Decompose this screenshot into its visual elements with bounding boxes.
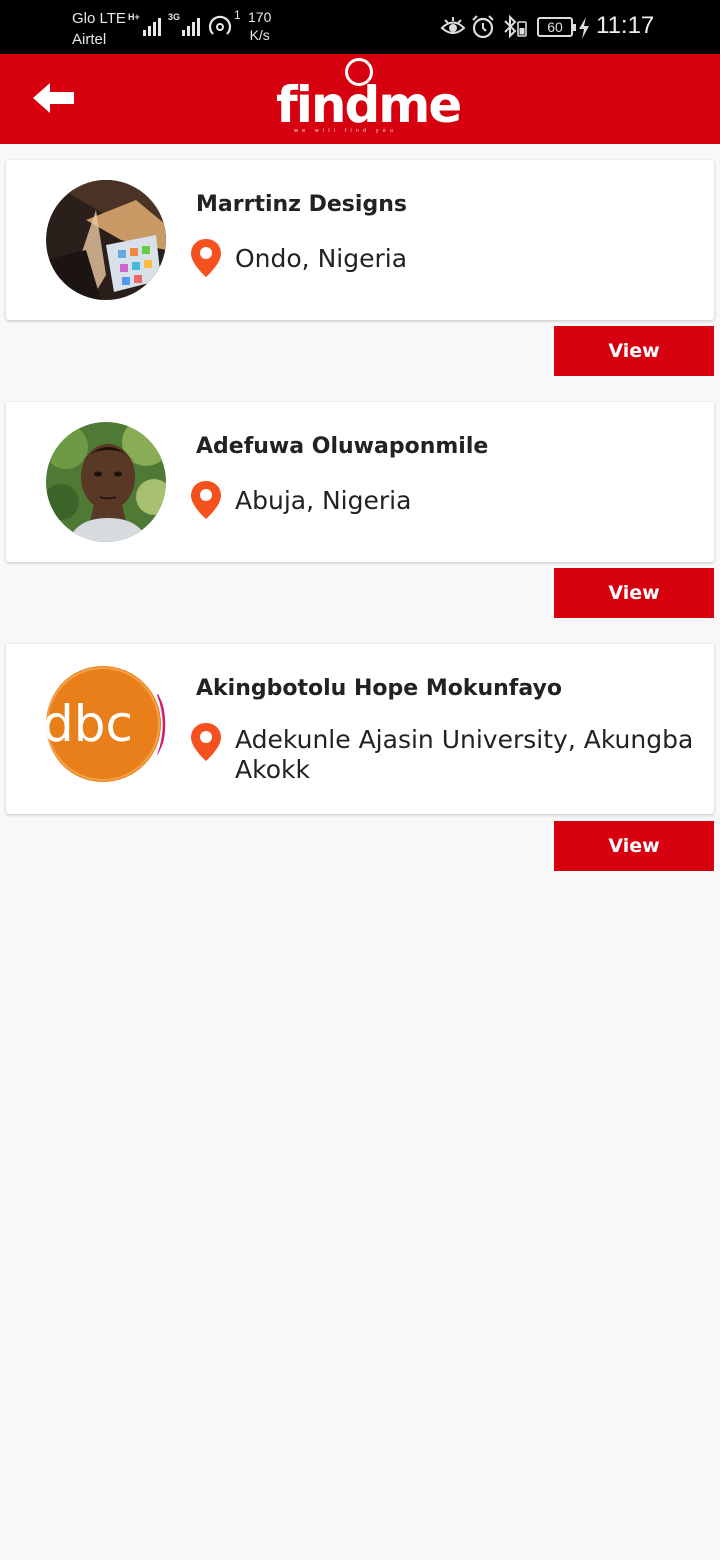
avatar-dbc-logo: dbc [46,664,166,784]
back-arrow-icon [33,83,74,113]
avatar [46,422,166,542]
alarm-icon [472,15,494,39]
location-pin-icon [191,239,221,277]
avatar: dbc [46,664,166,784]
result-location: Ondo, Nigeria [235,244,408,273]
hotspot-count: 1 [234,8,241,22]
logo-text: findme [276,76,462,134]
battery-icon: 60 [537,17,576,37]
carrier-2: Airtel [72,31,107,48]
avatar-photo-laptop [46,180,166,300]
bluetooth-icon [504,14,527,39]
carrier-names: Glo LTE Airtel [72,8,126,50]
carrier-1: Glo LTE [72,10,126,27]
status-bar: Glo LTE Airtel H+ 3G 1 170 K/s 60 11:17 [0,0,720,54]
view-button[interactable]: View [554,326,714,376]
view-button[interactable]: View [554,568,714,618]
view-button[interactable]: View [554,821,714,871]
logo-tagline: we will find you [294,128,397,134]
network-type-2: 3G [168,12,181,22]
result-location: Adekunle Ajasin University, Akungba Akok… [235,725,694,784]
result-location: Abuja, Nigeria [235,486,412,515]
location-pin-icon [191,723,221,761]
clock: 11:17 [596,12,655,39]
charging-icon [579,17,589,39]
avatar-dbc-text: dbc [46,695,133,753]
hotspot-icon [208,15,232,35]
network-type-1: H+ [128,12,140,22]
findme-logo: findme we will find you [270,58,462,142]
network-speed: 170 K/s [248,9,272,43]
avatar [46,180,166,300]
back-button[interactable] [30,80,80,116]
signal-icon-1 [143,14,161,36]
result-card[interactable]: dbc Akingbotolu Hope Mokunfayo Adekunle … [6,644,714,814]
signal-icon-2 [182,14,200,36]
avatar-photo-portrait [46,422,166,542]
eye-comfort-icon [440,17,466,34]
result-card[interactable]: Marrtinz Designs Ondo, Nigeria [6,160,714,320]
app-bar: findme we will find you [0,54,720,144]
result-name: Akingbotolu Hope Mokunfayo [196,676,562,701]
result-name: Marrtinz Designs [196,192,407,217]
result-name: Adefuwa Oluwaponmile [196,434,489,459]
result-card[interactable]: Adefuwa Oluwaponmile Abuja, Nigeria [6,402,714,562]
location-pin-icon [191,481,221,519]
